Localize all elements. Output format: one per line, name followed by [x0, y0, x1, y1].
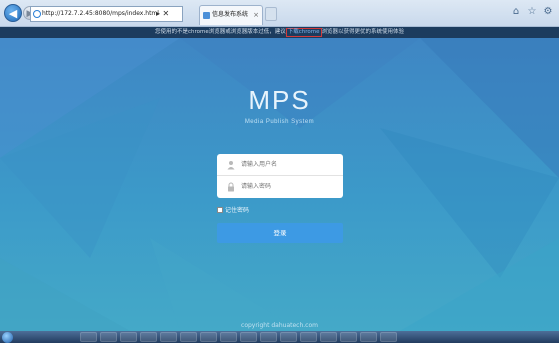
download-chrome-link[interactable]: 下载chrome — [285, 28, 322, 37]
taskbar-app-4[interactable] — [140, 332, 157, 342]
login-form — [217, 154, 343, 198]
password-input[interactable] — [241, 176, 336, 197]
browser-tab[interactable]: 信息发布系统 × — [199, 5, 263, 25]
taskbar — [0, 331, 559, 343]
copyright-text: copyright dahuatech.com — [241, 322, 318, 329]
app-subtitle: Media Publish System — [244, 119, 315, 125]
login-button[interactable]: 登录 — [217, 223, 343, 243]
tab-title: 信息发布系统 — [212, 11, 249, 18]
home-icon[interactable]: ⌂ — [510, 6, 522, 18]
taskbar-app-9[interactable] — [240, 332, 257, 342]
address-url: http://172.7.2.45:8080/mps/index.html — [42, 10, 159, 17]
taskbar-app-10[interactable] — [260, 332, 277, 342]
taskbar-app-3[interactable] — [120, 332, 137, 342]
new-tab-button[interactable] — [265, 7, 277, 21]
browser-toolbar: ◀ ▶ http://172.7.2.45:8080/mps/index.htm… — [0, 0, 559, 27]
password-field[interactable] — [217, 176, 343, 198]
remember-checkbox[interactable] — [217, 207, 223, 213]
taskbar-app-5[interactable] — [160, 332, 177, 342]
taskbar-app-6[interactable] — [180, 332, 197, 342]
notice-text-after: 浏览器以获得更优的系统使用体验 — [321, 29, 405, 35]
taskbar-app-8[interactable] — [220, 332, 237, 342]
user-icon — [227, 161, 235, 170]
lock-icon — [228, 182, 234, 192]
app-title: MPS — [248, 85, 311, 115]
taskbar-app-2[interactable] — [100, 332, 117, 342]
taskbar-app-1[interactable] — [80, 332, 97, 342]
taskbar-app-16[interactable] — [380, 332, 397, 342]
taskbar-app-12[interactable] — [300, 332, 317, 342]
taskbar-app-15[interactable] — [360, 332, 377, 342]
address-tools[interactable]: ▸ ✕ — [156, 6, 169, 22]
login-page: MPS Media Publish System 记住密码 登录 copyrig… — [0, 38, 559, 331]
remember-password[interactable]: 记住密码 — [217, 207, 249, 215]
taskbar-app-7[interactable] — [200, 332, 217, 342]
username-input[interactable] — [241, 154, 336, 175]
page-favicon — [203, 12, 210, 19]
notice-text-before: 您使用的不是chrome浏览器或浏览器版本过低，建议 — [154, 29, 286, 35]
settings-icon[interactable]: ⚙ — [542, 6, 554, 18]
favorites-icon[interactable]: ☆ — [526, 6, 538, 18]
remember-label: 记住密码 — [225, 207, 250, 214]
tab-close-icon[interactable]: × — [253, 6, 259, 24]
back-icon[interactable]: ◀ — [4, 4, 22, 22]
taskbar-app-13[interactable] — [320, 332, 337, 342]
browser-notice: 您使用的不是chrome浏览器或浏览器版本过低，建议 下载chrome 浏览器以获得… — [0, 27, 559, 38]
ie-icon — [33, 10, 41, 18]
taskbar-app-14[interactable] — [340, 332, 357, 342]
start-button-icon[interactable] — [2, 332, 13, 343]
username-field[interactable] — [217, 154, 343, 176]
taskbar-app-11[interactable] — [280, 332, 297, 342]
